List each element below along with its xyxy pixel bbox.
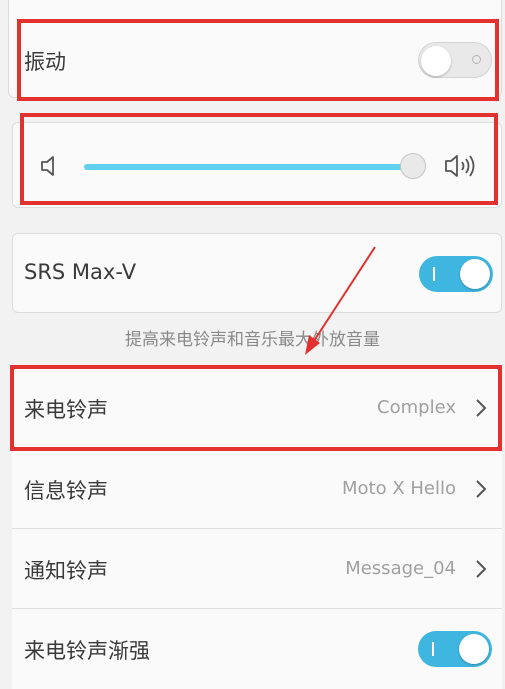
annotation-arrow	[305, 246, 376, 355]
